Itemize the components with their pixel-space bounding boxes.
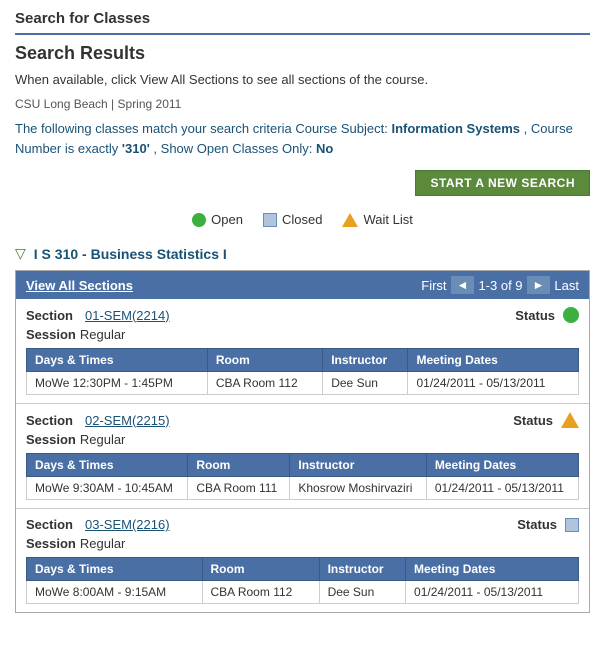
view-all-sections-link[interactable]: View All Sections [26,278,133,293]
table-row: MoWe 12:30PM - 1:45PMCBA Room 112Dee Sun… [27,372,579,395]
status-label-2: Status [513,413,553,428]
session-label-3: Session [26,536,76,551]
status-label-3: Status [517,517,557,532]
section-table-1: Days & TimesRoomInstructorMeeting DatesM… [26,348,579,395]
session-row-3: Session Regular [26,536,579,551]
sections-bar: View All Sections First ◄ 1-3 of 9 ► Las… [16,271,589,299]
table-cell: CBA Room 112 [202,581,319,604]
last-label: Last [554,278,579,293]
course-title: I S 310 - Business Statistics I [34,246,227,262]
section-label-1: Section [26,308,81,323]
section-row-3: Section 03-SEM(2216) Status [26,517,579,532]
section-link-2[interactable]: 02-SEM(2215) [85,413,170,428]
legend-closed-label: Closed [282,212,322,227]
section-table-3: Days & TimesRoomInstructorMeeting DatesM… [26,557,579,604]
next-page-button[interactable]: ► [527,276,551,294]
legend-waitlist: Wait List [342,212,412,227]
search-btn-row: START A NEW SEARCH [15,170,590,196]
page-container: Search for Classes Search Results When a… [0,0,605,633]
table-cell: CBA Room 111 [188,477,290,500]
table-header: Room [207,349,322,372]
table-header: Instructor [319,558,405,581]
description-text: When available, click View All Sections … [15,72,590,87]
table-cell: MoWe 8:00AM - 9:15AM [27,581,203,604]
table-cell: 01/24/2011 - 05/13/2011 [408,372,579,395]
closed-icon [263,213,277,227]
criteria-open-only: No [316,141,333,156]
status-label-1: Status [515,308,555,323]
section-row-1: Section 01-SEM(2214) Status [26,307,579,323]
sections-table-wrapper: View All Sections First ◄ 1-3 of 9 ► Las… [15,270,590,613]
course-arrow-icon: ▽ [15,245,26,262]
legend-row: Open Closed Wait List [15,206,590,233]
section-row-2: Section 02-SEM(2215) Status [26,412,579,428]
session-label-1: Session [26,327,76,342]
section-table-2: Days & TimesRoomInstructorMeeting DatesM… [26,453,579,500]
status-waitlist-icon-2 [561,412,579,428]
first-label: First [421,278,446,293]
table-cell: 01/24/2011 - 05/13/2011 [426,477,578,500]
table-header: Instructor [290,454,427,477]
table-header: Days & Times [27,558,203,581]
sections-container: Section 01-SEM(2214) Status Session Regular D… [16,299,589,612]
table-row: MoWe 8:00AM - 9:15AMCBA Room 112Dee Sun0… [27,581,579,604]
section-block-2: Section 02-SEM(2215) Status Session Regular D… [16,404,589,509]
table-header: Days & Times [27,349,208,372]
criteria-text-1: The following classes match your search … [15,121,388,136]
session-row-2: Session Regular [26,432,579,447]
section-label-3: Section [26,517,81,532]
context-text: CSU Long Beach | Spring 2011 [15,97,590,111]
legend-open: Open [192,212,243,227]
waitlist-icon [342,213,358,227]
section-link-1[interactable]: 01-SEM(2214) [85,308,170,323]
table-cell: Dee Sun [319,581,405,604]
table-header: Instructor [323,349,408,372]
table-cell: CBA Room 112 [207,372,322,395]
course-header: ▽ I S 310 - Business Statistics I [15,245,590,262]
criteria-subject: Information Systems [391,121,520,136]
table-cell: Khosrow Moshirvaziri [290,477,427,500]
status-closed-icon-3 [565,518,579,532]
section-block-1: Section 01-SEM(2214) Status Session Regular D… [16,299,589,404]
legend-closed: Closed [263,212,322,227]
prev-page-button[interactable]: ◄ [451,276,475,294]
section-link-3[interactable]: 03-SEM(2216) [85,517,170,532]
table-header: Meeting Dates [406,558,579,581]
session-value-1: Regular [80,327,126,342]
table-cell: 01/24/2011 - 05/13/2011 [406,581,579,604]
section-heading: Search Results [15,43,590,64]
open-icon [192,213,206,227]
criteria-number: '310' [122,141,150,156]
table-row: MoWe 9:30AM - 10:45AMCBA Room 111Khosrow… [27,477,579,500]
legend-open-label: Open [211,212,243,227]
status-open-icon-1 [563,307,579,323]
table-header: Room [188,454,290,477]
table-cell: MoWe 12:30PM - 1:45PM [27,372,208,395]
table-header: Meeting Dates [408,349,579,372]
section-block-3: Section 03-SEM(2216) Status Session Regular D… [16,509,589,612]
criteria-text: The following classes match your search … [15,119,590,158]
table-header: Meeting Dates [426,454,578,477]
table-header: Room [202,558,319,581]
table-cell: Dee Sun [323,372,408,395]
section-label-2: Section [26,413,81,428]
session-label-2: Session [26,432,76,447]
table-header: Days & Times [27,454,188,477]
session-value-3: Regular [80,536,126,551]
legend-waitlist-label: Wait List [363,212,412,227]
table-cell: MoWe 9:30AM - 10:45AM [27,477,188,500]
session-value-2: Regular [80,432,126,447]
page-title: Search for Classes [15,10,590,35]
session-row-1: Session Regular [26,327,579,342]
start-new-search-button[interactable]: START A NEW SEARCH [415,170,590,196]
criteria-text-3: , Show Open Classes Only: [153,141,312,156]
pagination: First ◄ 1-3 of 9 ► Last [421,276,579,294]
pagination-info: 1-3 of 9 [478,278,522,293]
